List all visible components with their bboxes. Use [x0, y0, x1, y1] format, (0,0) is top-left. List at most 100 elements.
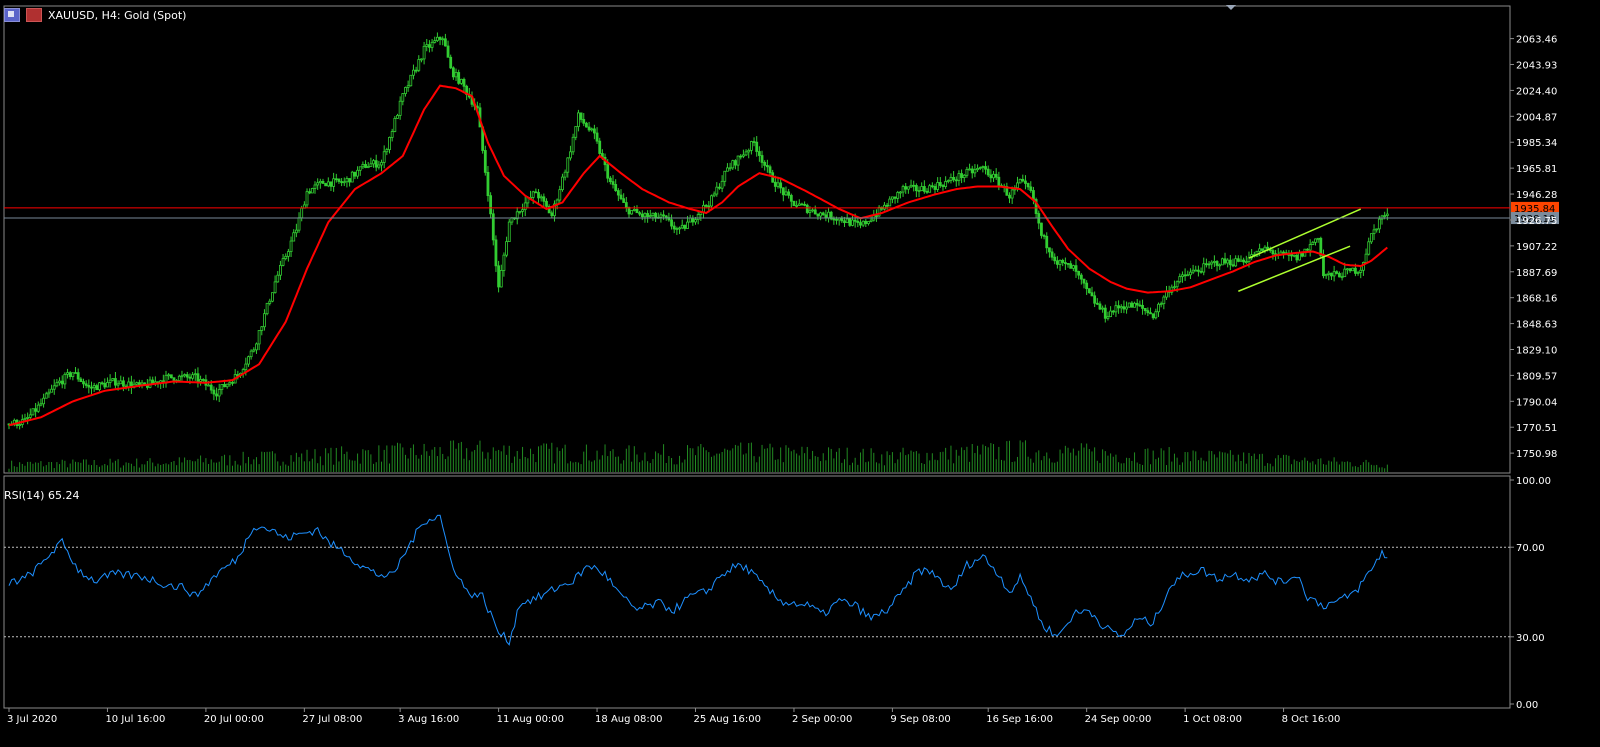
candle-body: [1228, 259, 1232, 266]
candle-body: [712, 193, 716, 197]
candle-body: [34, 408, 38, 412]
candle-body: [116, 383, 120, 386]
candle-body: [1133, 302, 1136, 308]
candle-body: [1295, 254, 1299, 261]
candle-body: [1085, 282, 1089, 290]
candle-body: [1111, 310, 1115, 313]
candle-body: [672, 225, 676, 230]
candle-body: [901, 186, 905, 193]
candle-body: [1189, 271, 1192, 276]
candle-body: [675, 228, 679, 230]
candle-body: [867, 221, 870, 224]
candle-body: [1244, 261, 1248, 263]
y-tick-label: 2024.40: [1516, 86, 1557, 97]
candle-body: [590, 128, 594, 131]
candle-body: [1183, 274, 1187, 277]
candle-body: [321, 180, 325, 184]
candle-body: [946, 180, 950, 182]
candle-body: [95, 385, 99, 391]
candle-body: [542, 196, 546, 202]
candle-body: [119, 380, 123, 385]
candle-body: [523, 202, 527, 211]
candle-body: [1016, 182, 1019, 189]
candle-body: [1154, 311, 1158, 319]
candle-body: [414, 69, 418, 72]
candle-body: [451, 67, 455, 78]
candle-body: [803, 203, 807, 206]
candle-body: [169, 374, 173, 379]
y-tick-label: 2063.46: [1516, 35, 1557, 46]
candle-body: [651, 212, 655, 216]
candle-body: [749, 141, 753, 151]
candle-body: [736, 155, 740, 166]
candle-body: [31, 408, 35, 416]
candle-body: [893, 196, 897, 199]
candle-body: [696, 214, 700, 221]
candle-body: [337, 178, 341, 182]
candle-body: [1122, 306, 1126, 310]
y-tick-label: 1985.34: [1516, 138, 1557, 149]
candle-body: [76, 372, 80, 380]
candle-body: [122, 380, 125, 387]
candle-body: [87, 385, 91, 388]
candle-body: [534, 191, 538, 194]
candle-body: [1119, 306, 1123, 309]
candle-body: [824, 214, 828, 219]
candle-body: [26, 417, 30, 419]
candle-body: [50, 388, 53, 393]
candle-body: [1090, 292, 1094, 297]
candle-body: [428, 44, 431, 48]
window-icon[interactable]: [4, 8, 20, 22]
candle-body: [172, 377, 176, 382]
candle-body: [883, 204, 886, 210]
y-tick-label: 2004.87: [1516, 112, 1557, 123]
candle-body: [1266, 246, 1269, 250]
candle-body: [1032, 190, 1035, 200]
candle-body: [1332, 271, 1336, 277]
chart-svg: 1935.841928.192063.462043.932024.402004.…: [3, 5, 1559, 725]
candle-body: [1348, 268, 1352, 272]
candle-body: [396, 115, 399, 119]
candle-body: [954, 179, 958, 182]
candle-body: [680, 224, 684, 229]
candle-body: [1364, 253, 1368, 263]
candle-body: [800, 203, 804, 206]
candle-body: [462, 78, 466, 87]
candle-body: [443, 38, 447, 47]
x-tick-label: 18 Aug 08:00: [595, 714, 662, 725]
candle-body: [875, 215, 878, 218]
candle-body: [648, 215, 652, 218]
candle-body: [624, 202, 628, 208]
y-tick-label: 1907.22: [1516, 242, 1557, 253]
candle-body: [66, 372, 69, 375]
candle-body: [608, 177, 612, 183]
candle-body: [1271, 250, 1275, 255]
candle-body: [39, 403, 43, 406]
candle-body: [1375, 228, 1379, 231]
candle-body: [127, 381, 131, 388]
candle-body: [1135, 302, 1139, 306]
candle-body: [821, 212, 825, 216]
moving-average-line: [8, 84, 1388, 427]
candle-body: [938, 182, 942, 186]
candle-body: [374, 160, 378, 168]
candle-body: [1130, 302, 1134, 308]
candle-body: [930, 185, 934, 188]
candle-body: [952, 176, 956, 181]
candle-body: [888, 198, 892, 207]
y-tick-label: 1926.75: [1516, 216, 1557, 227]
candle-body: [848, 218, 852, 226]
candle-body: [1045, 235, 1049, 249]
candle-body: [273, 281, 277, 294]
candle-body: [856, 220, 860, 223]
candle-body: [1191, 269, 1195, 273]
candle-body: [781, 187, 785, 196]
candle-body: [984, 166, 987, 170]
candle-body: [209, 384, 213, 391]
x-tick-label: 25 Aug 16:00: [694, 714, 761, 725]
candle-body: [896, 192, 900, 199]
candle-body: [1103, 307, 1107, 319]
candle-body: [752, 141, 756, 143]
candle-body: [350, 171, 354, 183]
candle-body: [199, 379, 202, 382]
